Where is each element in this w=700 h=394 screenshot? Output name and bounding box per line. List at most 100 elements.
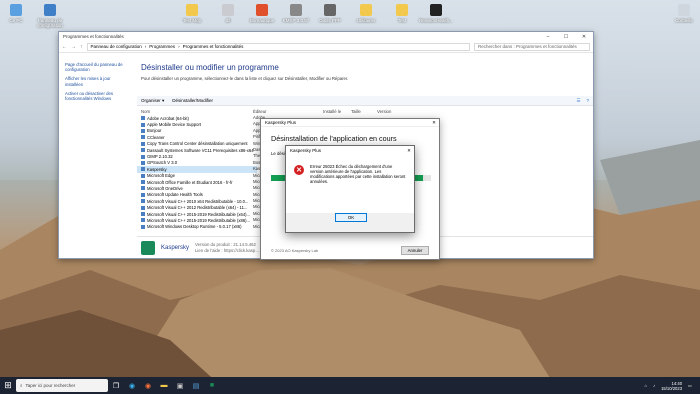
program-name: Microsoft Visual C++ 2010 x64 Redistribu… xyxy=(147,198,249,204)
app-icon xyxy=(290,4,302,16)
file-icon xyxy=(222,4,234,16)
column-publisher[interactable]: Éditeur xyxy=(253,109,267,114)
toolbar: Organiser ▾ Désinstaller/Modifier ☰ ? xyxy=(137,96,593,106)
back-icon[interactable]: ← xyxy=(62,44,67,50)
error-icon: ✕ xyxy=(294,165,304,175)
task-view-icon[interactable]: ❐ xyxy=(108,377,124,394)
control-panel-icon xyxy=(44,4,56,16)
forward-icon[interactable]: → xyxy=(71,44,76,50)
tools-icon xyxy=(324,4,336,16)
program-name: Dassault Systemes Software VC11 Prerequi… xyxy=(147,147,254,153)
desktop-icon-test-mdp[interactable]: Test Mdp xyxy=(172,4,212,23)
program-row[interactable]: Microsoft Visual C++ 2015-2019 Redistrib… xyxy=(137,211,257,217)
up-icon[interactable]: ↑ xyxy=(80,44,83,50)
desktop-icon-control-panel[interactable]: Panneau de configuration xyxy=(30,4,70,28)
firefox-icon[interactable]: ◉ xyxy=(140,377,156,394)
window-title: Programmes et fonctionnalités xyxy=(63,34,124,39)
left-pane: Page d'accueil du panneau de configurati… xyxy=(59,54,131,258)
taskbar: ⊞ ⌕ Taper ici pour rechercher ❐ ◉ ◉ ▬ ▣ … xyxy=(0,377,700,394)
breadcrumb[interactable]: Panneau de configuration › Programmes › Pr… xyxy=(86,42,470,51)
breadcrumb-item[interactable]: Panneau de configuration xyxy=(91,44,142,49)
program-icon xyxy=(141,128,145,133)
window-titlebar[interactable]: Programmes et fonctionnalités – ☐ ✕ xyxy=(59,32,593,41)
link-control-panel-home[interactable]: Page d'accueil du panneau de configurati… xyxy=(65,62,125,72)
desktop-icon-outils[interactable]: Outils PPP xyxy=(310,4,350,23)
ok-button[interactable]: OK xyxy=(335,213,367,222)
clock[interactable]: 14:40 15/10/2023 xyxy=(661,381,682,391)
program-icon xyxy=(141,122,145,127)
program-row[interactable]: Microsoft Visual C++ 2010 x64 Redistribu… xyxy=(137,198,257,204)
program-name: GIMP 2.10.32 xyxy=(147,154,173,160)
program-icon xyxy=(141,205,145,210)
uninstall-button[interactable]: Désinstaller/Modifier xyxy=(172,98,213,103)
office-icon xyxy=(256,4,268,16)
taskbar-search[interactable]: ⌕ Taper ici pour rechercher xyxy=(16,379,108,392)
program-row[interactable]: Microsoft Windows Desktop Runtime - 5.0.… xyxy=(137,224,257,230)
close-icon[interactable]: ✕ xyxy=(404,148,414,154)
folder-icon xyxy=(360,4,372,16)
close-icon[interactable]: ✕ xyxy=(429,120,439,126)
folder-icon xyxy=(396,4,408,16)
breadcrumb-item[interactable]: Programmes xyxy=(149,44,175,49)
program-row[interactable]: Microsoft Visual C++ 2012 Redistributabl… xyxy=(137,204,257,210)
error-titlebar[interactable]: Kaspersky Plus ✕ xyxy=(286,146,414,155)
view-options-icon[interactable]: ☰ xyxy=(576,98,580,104)
program-icon xyxy=(141,199,145,204)
error-title: Kaspersky Plus xyxy=(290,148,322,153)
details-help-link[interactable]: https://click.kasp... xyxy=(224,248,259,253)
maximize-icon[interactable]: ☐ xyxy=(557,34,575,40)
program-row[interactable]: Copy Trans Control Center désinstallatio… xyxy=(137,141,257,147)
error-dialog: Kaspersky Plus ✕ ✕ Erreur 25023 Échec du… xyxy=(285,145,415,233)
cancel-button[interactable]: Annuler xyxy=(401,246,429,255)
edge-icon[interactable]: ◉ xyxy=(124,377,140,394)
desktop-icon-recycle-bin[interactable]: Corbeille xyxy=(664,4,700,23)
column-name[interactable]: Nom xyxy=(141,109,150,114)
program-icon xyxy=(141,116,145,121)
computer-icon xyxy=(10,4,22,16)
close-icon[interactable]: ✕ xyxy=(575,34,593,40)
windows-start-icon[interactable]: ⊞ xyxy=(0,377,16,394)
store-icon[interactable]: ▣ xyxy=(172,377,188,394)
control-panel-taskbar-icon[interactable]: ▤ xyxy=(188,377,204,394)
breadcrumb-item[interactable]: Programmes et fonctionnalités xyxy=(183,44,244,49)
kaspersky-icon xyxy=(141,240,155,255)
program-name: Copy Trans Control Center désinstallatio… xyxy=(147,141,248,147)
page-title: Désinstaller ou modifier un programme xyxy=(141,63,279,72)
program-icon xyxy=(141,154,145,159)
program-name: Kaspersky xyxy=(147,166,167,172)
volume-icon[interactable]: ♪ xyxy=(653,383,655,388)
program-icon xyxy=(141,141,145,146)
minimize-icon[interactable]: – xyxy=(539,34,557,40)
program-name: Microsoft Visual C++ 2012 Redistributabl… xyxy=(147,205,248,211)
program-name: Microsoft Visual C++ 2015-2019 Redistrib… xyxy=(147,217,251,223)
program-row[interactable]: Dassault Systemes Software VC11 Prerequi… xyxy=(137,147,257,153)
column-size[interactable]: Taille xyxy=(351,109,361,114)
program-icon xyxy=(141,148,145,153)
dialog-titlebar[interactable]: Kaspersky Plus ✕ xyxy=(261,119,439,127)
link-installed-updates[interactable]: Afficher les mises à jour installées xyxy=(65,76,125,86)
address-bar: ← → ↑ Panneau de configuration › Programm… xyxy=(59,41,593,53)
program-icon xyxy=(141,180,145,185)
desktop-icon-utilitaires[interactable]: Utilitaires xyxy=(346,4,386,23)
link-windows-features[interactable]: Activer ou désactiver des fonctionnalité… xyxy=(65,91,125,101)
network-icon[interactable]: ⌂ xyxy=(644,383,647,388)
search-input[interactable]: Rechercher dans : Programmes et fonction… xyxy=(474,42,590,51)
column-installed[interactable]: Installé le xyxy=(323,109,341,114)
organize-button[interactable]: Organiser ▾ xyxy=(141,98,164,104)
search-icon: ⌕ xyxy=(20,383,23,388)
details-meta: Version du produit : 21.14.5.462 Lien de… xyxy=(195,241,259,253)
column-version[interactable]: Version xyxy=(377,109,391,114)
file-explorer-icon[interactable]: ▬ xyxy=(156,377,172,394)
program-name: GPSoutch V 3.0 xyxy=(147,160,178,166)
program-name: Microsoft Update Health Tools xyxy=(147,192,203,198)
app-icon xyxy=(430,4,442,16)
program-icon xyxy=(141,135,145,140)
help-icon[interactable]: ? xyxy=(586,98,589,104)
notifications-icon[interactable]: ▭ xyxy=(688,383,692,388)
kaspersky-taskbar-icon[interactable]: ■ xyxy=(204,377,220,394)
error-body: ✕ Erreur 25023 Échec du déchargement d'u… xyxy=(286,155,414,213)
program-name: Microsoft Office Famille et Étudiant 201… xyxy=(147,179,233,185)
program-row[interactable]: Microsoft Visual C++ 2015-2019 Redistrib… xyxy=(137,217,257,223)
desktop-icon-revision[interactable]: RevisionHealth... xyxy=(416,4,456,23)
details-name: Kaspersky xyxy=(161,244,190,251)
